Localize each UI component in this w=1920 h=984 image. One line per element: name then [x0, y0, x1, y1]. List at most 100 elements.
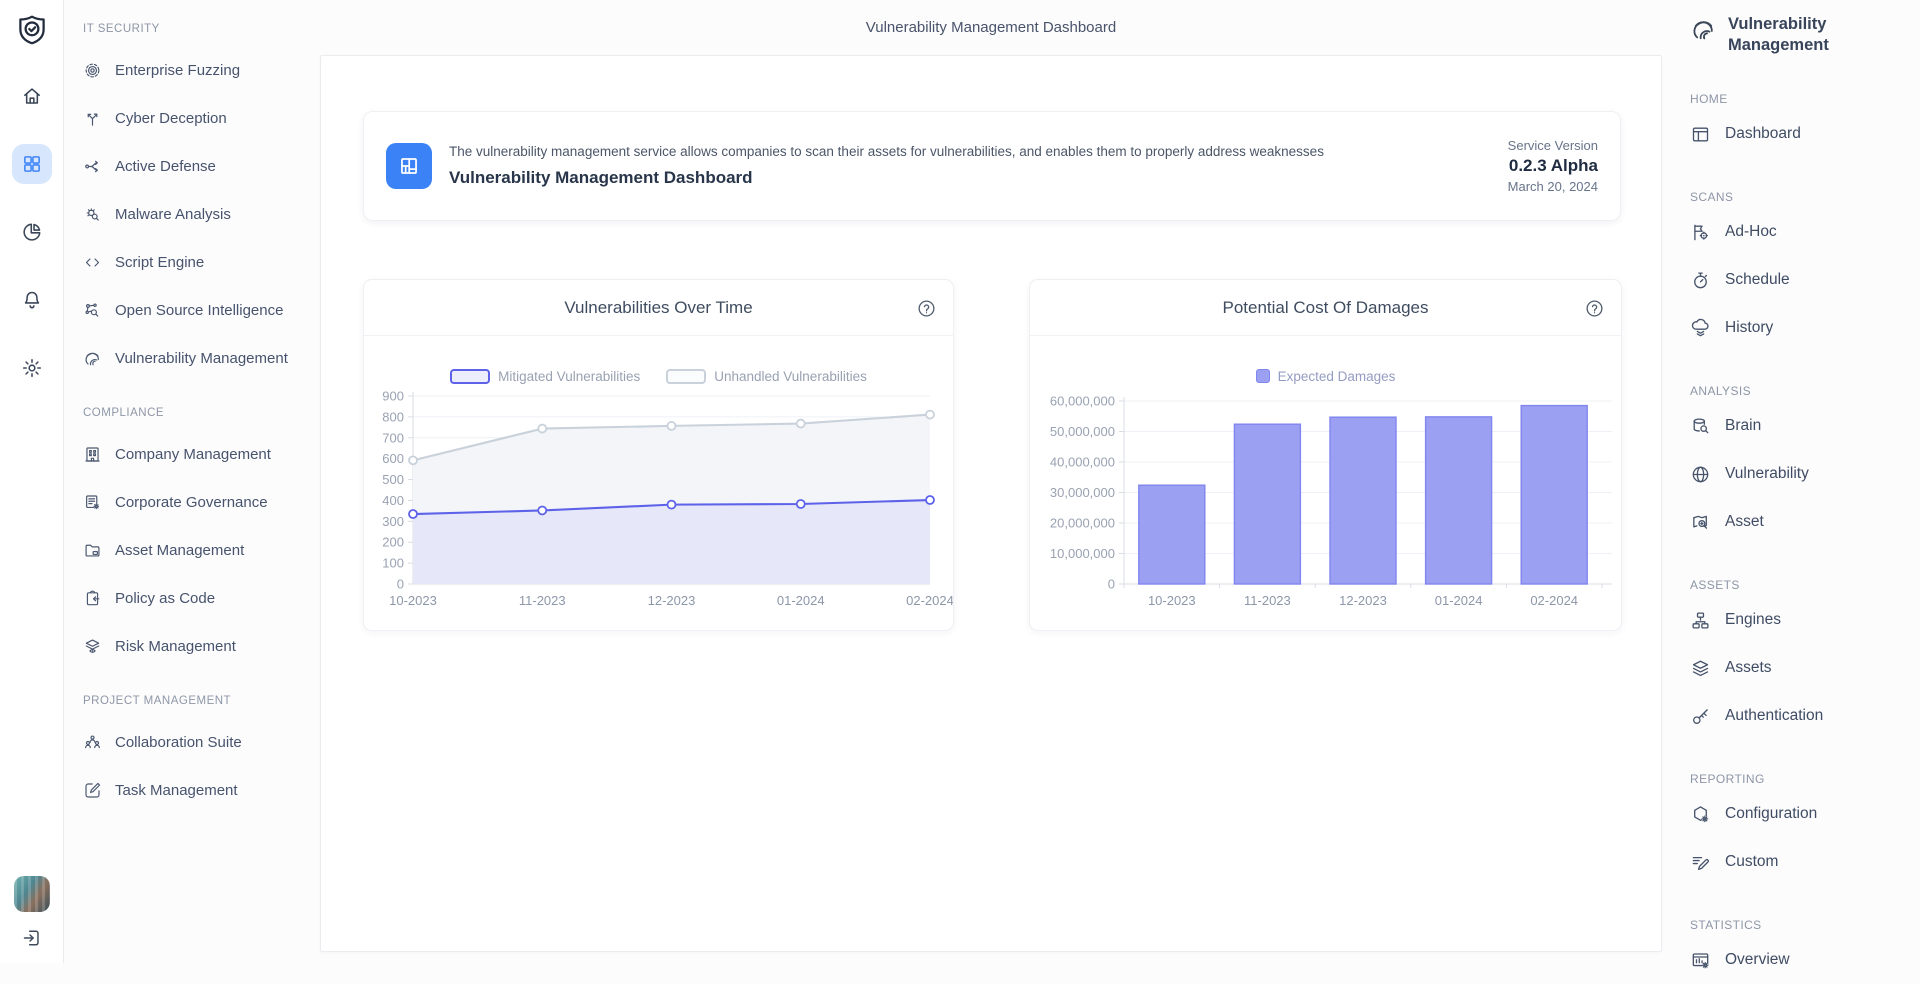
edit-square-icon [83, 781, 102, 800]
sidebar-item-script-engine[interactable]: Script Engine [83, 238, 320, 286]
service-header-card: The vulnerability management service all… [363, 111, 1621, 221]
module-item-engines[interactable]: Engines [1690, 596, 1920, 644]
dashboard-tile-icon [386, 143, 432, 189]
svg-text:800: 800 [382, 409, 404, 424]
sidebar-item-label: Corporate Governance [115, 494, 268, 511]
module-item-brain[interactable]: Brain [1690, 402, 1920, 450]
stopwatch-icon [1690, 270, 1711, 291]
module-item-ad-hoc[interactable]: Ad-Hoc [1690, 208, 1920, 256]
sidebar-item-cyber-deception[interactable]: Cyber Deception [83, 94, 320, 142]
bar-chart-plot: 010,000,00020,000,00030,000,00040,000,00… [1030, 388, 1621, 628]
shield-check-icon [15, 13, 49, 47]
sidebar-item-corporate-governance[interactable]: Corporate Governance [83, 478, 320, 526]
sidebar-item-asset-management[interactable]: Asset Management [83, 526, 320, 574]
avatar[interactable] [14, 876, 50, 912]
line-chart-plot: 010020030040050060070080090010-202311-20… [364, 388, 953, 628]
module-header: Vulnerability Management [1690, 14, 1920, 78]
legend-swatch [450, 369, 490, 384]
module-item-label: History [1725, 319, 1773, 337]
help-icon[interactable] [1584, 298, 1605, 319]
svg-text:50,000,000: 50,000,000 [1050, 424, 1115, 439]
module-item-label: Custom [1725, 853, 1778, 871]
rail-item-settings[interactable] [12, 348, 52, 388]
flag-target-icon [1690, 222, 1711, 243]
logout-icon [21, 927, 43, 949]
module-item-dashboard[interactable]: Dashboard [1690, 110, 1920, 158]
sidebar-section-it-security: IT SECURITY [83, 19, 320, 39]
module-item-assets[interactable]: Assets [1690, 644, 1920, 692]
module-section-reporting: REPORTING [1690, 768, 1920, 790]
sidebar-section-items: Company Management Corporate Governance As… [83, 430, 320, 670]
target-icon [83, 61, 102, 80]
svg-text:100: 100 [382, 556, 404, 571]
module-title: Vulnerability Management [1728, 14, 1856, 78]
module-item-label: Ad-Hoc [1725, 223, 1777, 241]
help-icon[interactable] [916, 298, 937, 319]
sidebar-item-label: Script Engine [115, 254, 204, 271]
rail-item-reports[interactable] [12, 212, 52, 252]
legend-item-expected-damages[interactable]: Expected Damages [1256, 369, 1396, 384]
document-gear-icon [83, 493, 102, 512]
sidebar-item-open-source-intelligence[interactable]: Open Source Intelligence [83, 286, 320, 334]
module-item-schedule[interactable]: Schedule [1690, 256, 1920, 304]
chart-head: Potential Cost Of Damages [1030, 280, 1621, 336]
svg-text:11-2023: 11-2023 [519, 593, 566, 608]
sidebar-item-active-defense[interactable]: Active Defense [83, 142, 320, 190]
sidebar-item-task-management[interactable]: Task Management [83, 766, 320, 814]
bell-icon [21, 289, 43, 311]
svg-text:10,000,000: 10,000,000 [1050, 546, 1115, 561]
svg-text:40,000,000: 40,000,000 [1050, 455, 1115, 470]
module-item-label: Asset [1725, 513, 1764, 531]
service-version-date: March 20, 2024 [1508, 179, 1598, 194]
sidebar-section-project-management: PROJECT MANAGEMENT [83, 691, 320, 711]
legend-item-mitigated-vulnerabilities[interactable]: Mitigated Vulnerabilities [450, 369, 640, 384]
module-item-authentication[interactable]: Authentication [1690, 692, 1920, 740]
layers-eye-icon [83, 637, 102, 656]
sidebar-item-label: Cyber Deception [115, 110, 227, 127]
sidebar-item-label: Policy as Code [115, 590, 215, 607]
rail-item-apps[interactable] [12, 144, 52, 184]
service-title: Vulnerability Management Dashboard [449, 168, 1324, 188]
app-sidebar: IT SECURITY Enterprise Fuzzing Cyber Decep… [64, 0, 320, 963]
module-item-configuration[interactable]: Configuration [1690, 790, 1920, 838]
home-icon [21, 85, 43, 107]
page-title: Vulnerability Management Dashboard [320, 0, 1662, 55]
sidebar-item-label: Vulnerability Management [115, 350, 288, 367]
sidebar-item-policy-as-code[interactable]: Policy as Code [83, 574, 320, 622]
svg-text:02-2024: 02-2024 [906, 593, 953, 608]
svg-text:300: 300 [382, 514, 404, 529]
sidebar-item-company-management[interactable]: Company Management [83, 430, 320, 478]
module-section-analysis: ANALYSIS [1690, 380, 1920, 402]
module-item-custom[interactable]: Custom [1690, 838, 1920, 886]
rail-item-notifications[interactable] [12, 280, 52, 320]
svg-text:0: 0 [1108, 577, 1115, 592]
legend-label: Unhandled Vulnerabilities [714, 369, 867, 384]
module-item-history[interactable]: History [1690, 304, 1920, 352]
legend-item-unhandled-vulnerabilities[interactable]: Unhandled Vulnerabilities [666, 369, 867, 384]
module-sections: HOMEDashboardSCANSAd-HocScheduleHistoryA… [1690, 88, 1920, 984]
module-item-label: Brain [1725, 417, 1761, 435]
rail-item-home[interactable] [12, 76, 52, 116]
logout-button[interactable] [21, 927, 43, 949]
sidebar-item-enterprise-fuzzing[interactable]: Enterprise Fuzzing [83, 46, 320, 94]
sidebar-item-collaboration-suite[interactable]: Collaboration Suite [83, 718, 320, 766]
dashboard-tile-glyph [396, 153, 422, 179]
bug-search-icon [83, 205, 102, 224]
module-item-label: Dashboard [1725, 125, 1801, 143]
clipboard-arrow-icon [83, 589, 102, 608]
chart-title: Vulnerabilities Over Time [564, 298, 752, 318]
svg-text:02-2024: 02-2024 [1530, 593, 1578, 608]
svg-text:700: 700 [382, 430, 404, 445]
fingerprint-icon [1690, 14, 1717, 78]
sidebar-item-malware-analysis[interactable]: Malware Analysis [83, 190, 320, 238]
fork-arrow-icon [83, 109, 102, 128]
service-version-block: Service Version 0.2.3 Alpha March 20, 20… [1508, 138, 1598, 194]
sidebar-item-risk-management[interactable]: Risk Management [83, 622, 320, 670]
module-section-statistics: STATISTICS [1690, 914, 1920, 936]
service-description: The vulnerability management service all… [449, 144, 1324, 159]
module-item-overview[interactable]: Overview [1690, 936, 1920, 984]
sidebar-item-vulnerability-management[interactable]: Vulnerability Management [83, 334, 320, 382]
sidebar-item-label: Active Defense [115, 158, 216, 175]
module-item-vulnerability[interactable]: Vulnerability [1690, 450, 1920, 498]
module-item-asset[interactable]: Asset [1690, 498, 1920, 546]
